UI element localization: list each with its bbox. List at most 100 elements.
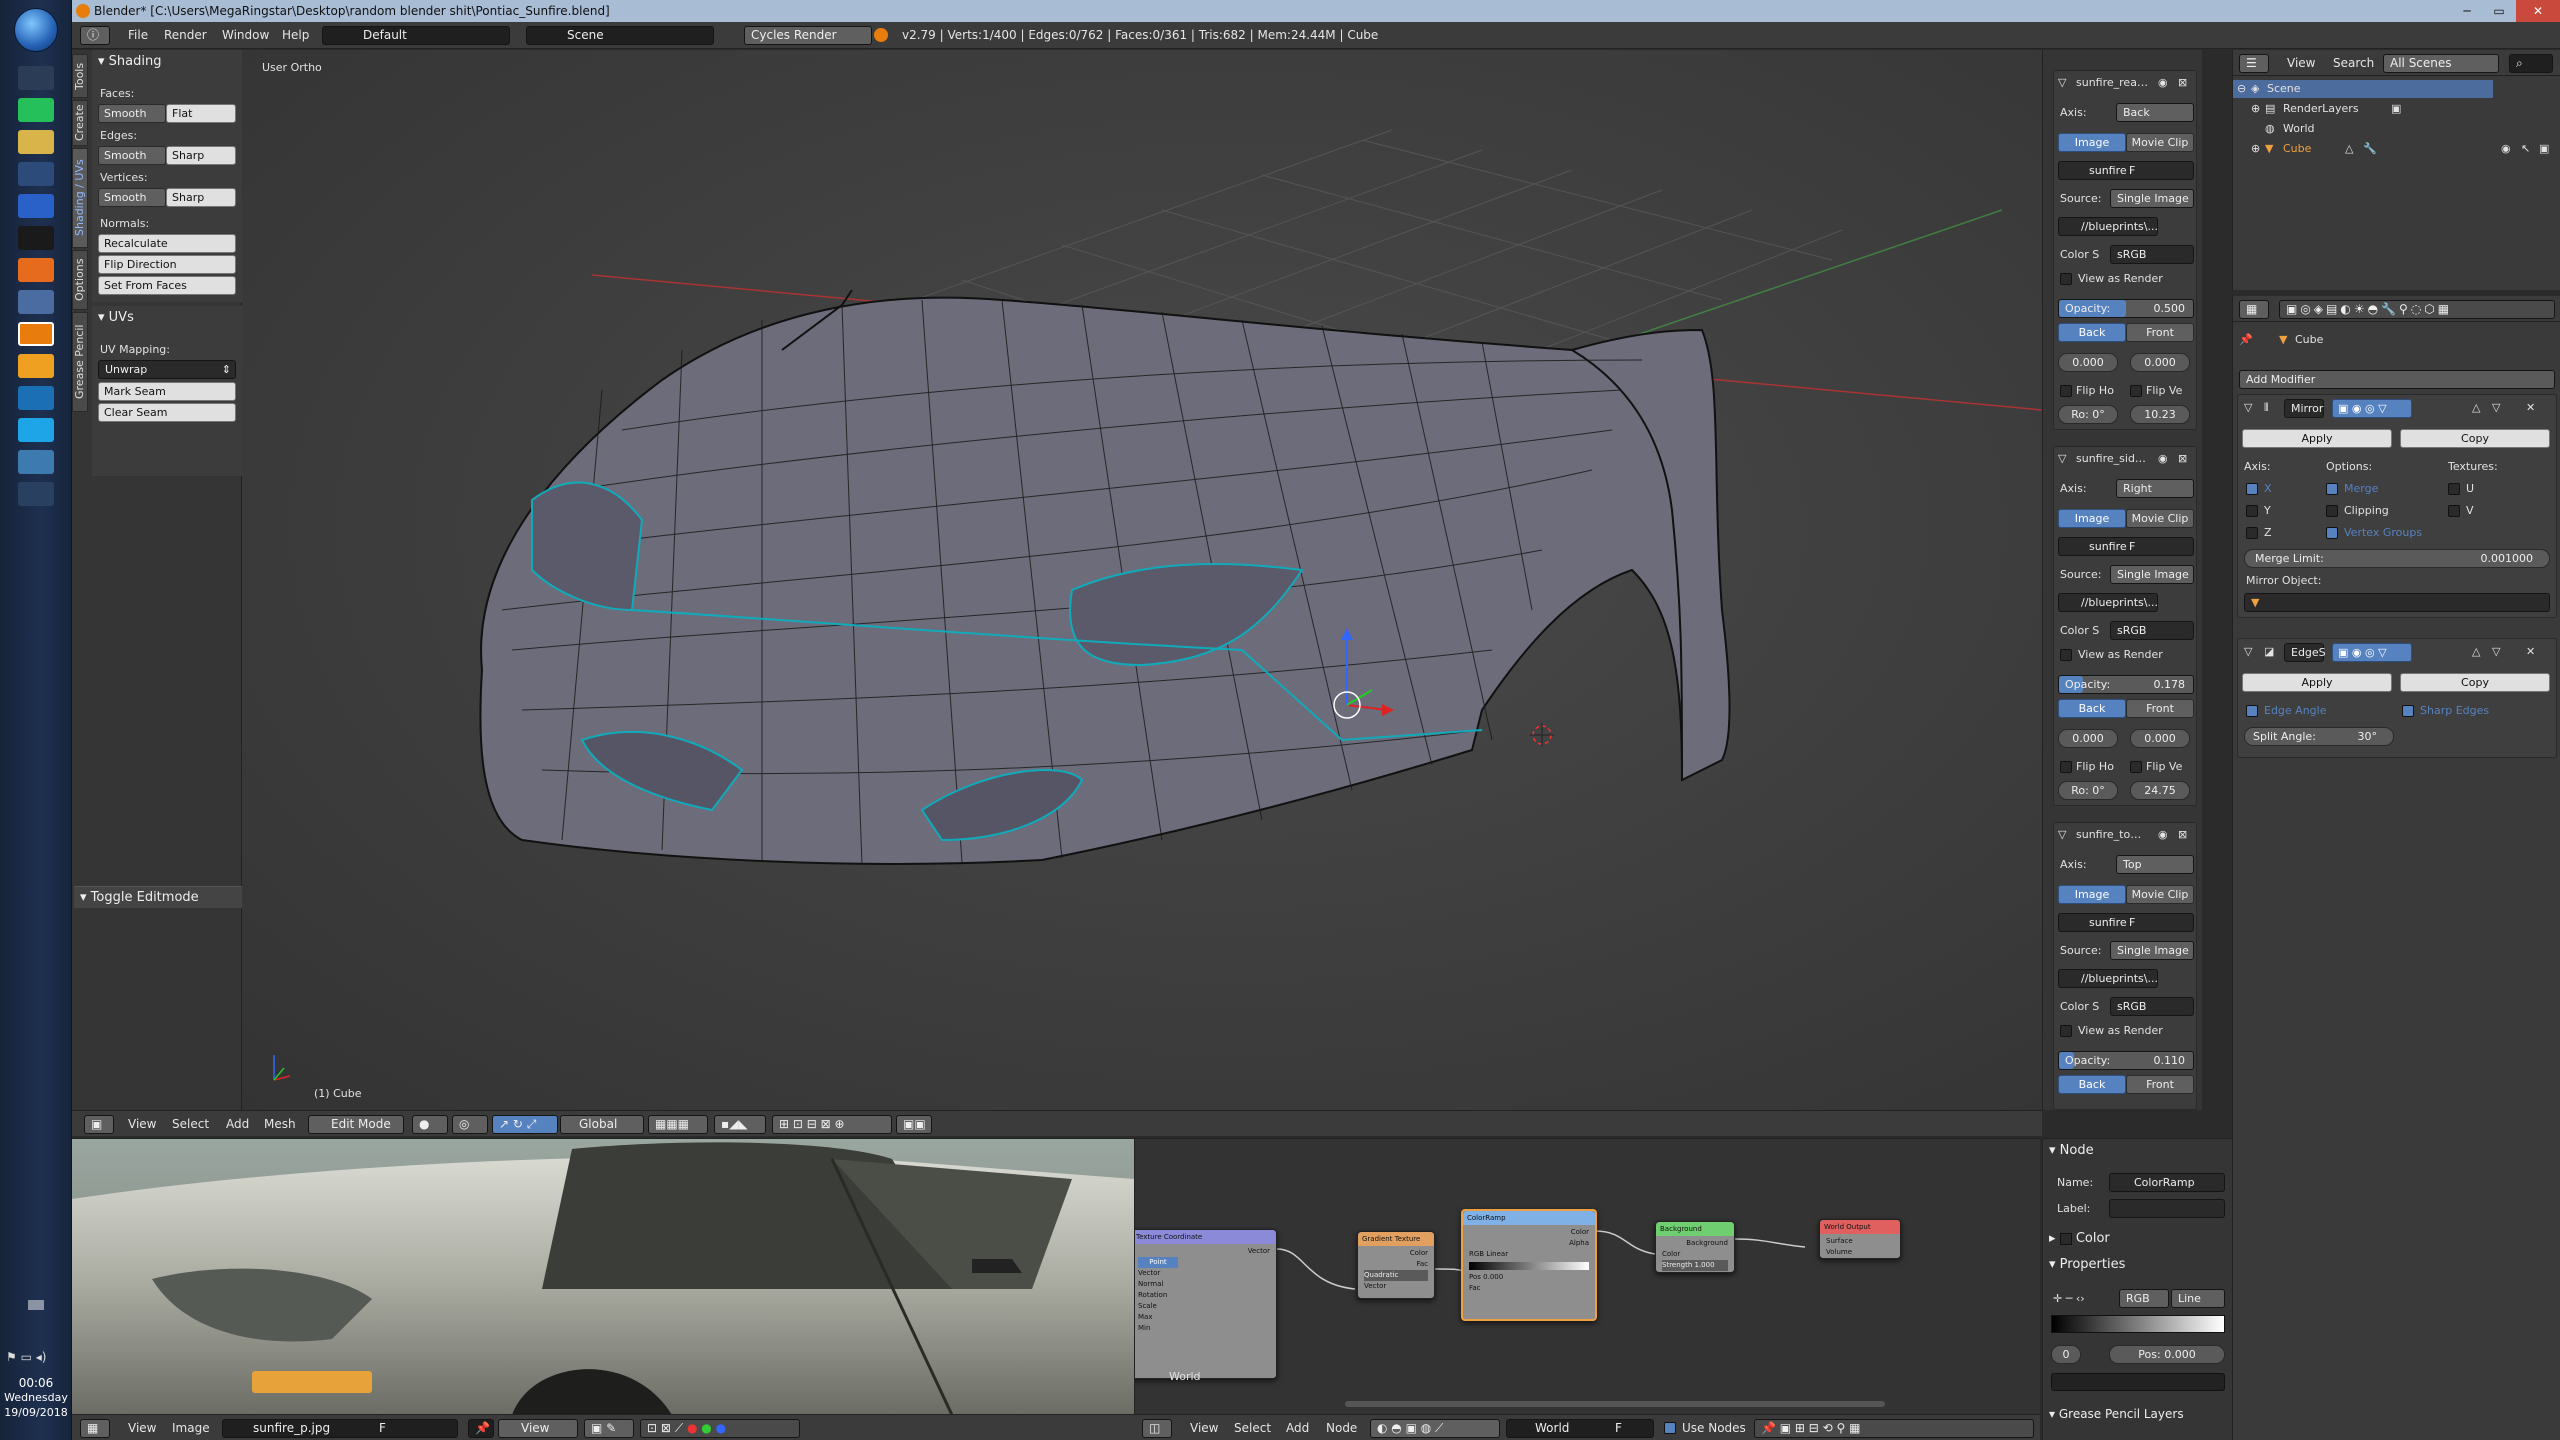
back-button[interactable]: Back: [2058, 323, 2126, 342]
manipulator-buttons[interactable]: ↗ ↻ ⤢: [492, 1115, 558, 1134]
editor-type-node-icon[interactable]: ◫: [1142, 1419, 1172, 1438]
image-menu-view[interactable]: View: [128, 1419, 156, 1438]
faces-flat-button[interactable]: Flat: [166, 104, 236, 123]
outliner-row-renderlayers[interactable]: ⊕ ▤ RenderLayers ▣: [2233, 100, 2493, 118]
fake-user-button[interactable]: F: [2129, 538, 2135, 555]
app-icon[interactable]: [18, 162, 54, 186]
node-menu-select[interactable]: Select: [1234, 1419, 1271, 1438]
outliner-menu-search[interactable]: Search: [2333, 54, 2374, 73]
channel-buttons[interactable]: ⊡ ⊠ ⟋ ● ● ●: [640, 1419, 800, 1438]
flip-horizontal-checkbox[interactable]: [2060, 761, 2072, 773]
apply-button[interactable]: Apply: [2242, 429, 2392, 448]
node-menu-view[interactable]: View: [1190, 1419, 1218, 1438]
tab-options[interactable]: Options: [72, 250, 88, 310]
filepath-field[interactable]: //blueprints\...: [2058, 969, 2158, 988]
modifier-name-field[interactable]: Mirror: [2284, 399, 2324, 418]
image-datablock-field[interactable]: sunfire_p.jpg F: [222, 1419, 458, 1438]
flip-direction-button[interactable]: Flip Direction: [98, 255, 236, 274]
tab-shading-uvs[interactable]: Shading / UVs: [72, 148, 88, 248]
task-icon-tool[interactable]: [18, 66, 54, 90]
stop-color-swatch[interactable]: [2051, 1373, 2225, 1391]
node-editor[interactable]: Texture Coordinate Vector Point Vector N…: [1134, 1138, 2040, 1414]
image-display-buttons[interactable]: ▣ ✎: [584, 1419, 634, 1438]
collapse-icon[interactable]: ⊖: [2237, 81, 2246, 97]
vertices-sharp-button[interactable]: Sharp: [166, 188, 236, 207]
toggle-editmode-header[interactable]: ▾ Toggle Editmode: [80, 890, 199, 905]
colorspace-dropdown[interactable]: sRGB: [2110, 621, 2194, 640]
front-button[interactable]: Front: [2126, 699, 2194, 718]
minimize-icon[interactable]: ─: [2452, 0, 2482, 22]
node-menu-node[interactable]: Node: [1326, 1419, 1357, 1438]
vertices-smooth-button[interactable]: Smooth: [98, 188, 166, 207]
fake-user-button[interactable]: F: [2129, 162, 2135, 179]
properties-panel-header[interactable]: ▾ Properties: [2049, 1257, 2125, 1272]
menu-mesh[interactable]: Mesh: [264, 1115, 296, 1134]
outliner-row-scene[interactable]: ⊖ ◈ Scene: [2233, 80, 2493, 98]
node-panel-header[interactable]: ▾ Node: [2049, 1143, 2094, 1158]
axis-z-checkbox[interactable]: [2246, 527, 2258, 539]
faces-smooth-button[interactable]: Smooth: [98, 104, 166, 123]
menu-help[interactable]: Help: [282, 26, 309, 45]
app-icon-orange[interactable]: [18, 354, 54, 378]
offset-y-field[interactable]: 0.000: [2130, 729, 2190, 748]
colorspace-dropdown[interactable]: sRGB: [2110, 245, 2194, 264]
flip-vertical-checkbox[interactable]: [2130, 761, 2142, 773]
node-menu-add[interactable]: Add: [1286, 1419, 1309, 1438]
fake-user-button[interactable]: F: [2129, 914, 2135, 931]
word-icon[interactable]: [18, 194, 54, 218]
view-as-render-checkbox[interactable]: [2060, 649, 2072, 661]
clock-time[interactable]: 00:06: [0, 1376, 72, 1390]
offset-x-field[interactable]: 0.000: [2058, 353, 2118, 372]
opacity-slider[interactable]: Opacity: 0.110: [2058, 1051, 2194, 1070]
use-nodes-checkbox[interactable]: [1664, 1422, 1676, 1434]
stop-position-field[interactable]: Pos: 0.000: [2109, 1345, 2225, 1364]
edges-smooth-button[interactable]: Smooth: [98, 146, 166, 165]
shading-mode-dropdown[interactable]: ●: [412, 1115, 448, 1134]
front-button[interactable]: Front: [2126, 1075, 2194, 1094]
screen-layout-field[interactable]: Default: [322, 26, 510, 45]
pin-icon[interactable]: 📌: [2239, 332, 2253, 348]
image-menu-image[interactable]: Image: [172, 1419, 210, 1438]
color-checkbox-icon[interactable]: [2059, 1232, 2072, 1245]
colorramp-gradient-widget[interactable]: [2051, 1315, 2225, 1333]
visibility-eye-icon[interactable]: ◉: [2501, 141, 2511, 157]
3d-viewport[interactable]: User Ortho (1) Cube: [242, 50, 2042, 1110]
shader-type-buttons[interactable]: ◐ ◓ ▣ ◍ ⟋: [1370, 1419, 1500, 1438]
remove-modifier-icon[interactable]: ✕: [2526, 644, 2535, 660]
collapse-icon[interactable]: ▽: [2058, 75, 2066, 91]
shading-panel-header[interactable]: ▾ Shading: [98, 54, 161, 69]
size-field[interactable]: 10.23: [2130, 405, 2190, 424]
property-context-tabs[interactable]: ▣◎◈▤◐☀◓🔧⚲◌⬡▦: [2279, 300, 2555, 319]
modifier-display-toggles[interactable]: ▣ ◉ ◎ ▽: [2332, 399, 2412, 418]
toggle-editmode-panel[interactable]: ▾ Toggle Editmode: [74, 886, 242, 908]
opacity-slider[interactable]: Opacity: 0.178: [2058, 675, 2194, 694]
node-label-field[interactable]: [2109, 1199, 2225, 1218]
editor-type-image-icon[interactable]: ▦: [80, 1419, 110, 1438]
node-background[interactable]: Background Background Color Strength 1.0…: [1655, 1221, 1735, 1273]
editor-type-properties-icon[interactable]: ▦: [2239, 300, 2269, 319]
image-datablock[interactable]: sunfire F: [2058, 913, 2194, 932]
whatsapp-icon[interactable]: [18, 98, 54, 122]
view-as-render-checkbox[interactable]: [2060, 1025, 2072, 1037]
axis-dropdown[interactable]: Back: [2116, 103, 2194, 122]
image-tab-button[interactable]: Image: [2058, 509, 2126, 528]
color-panel-header[interactable]: ▸ Color: [2049, 1231, 2110, 1246]
close-window-icon[interactable]: ✕: [2516, 0, 2560, 22]
menu-render[interactable]: Render: [164, 26, 207, 45]
menu-file[interactable]: File: [128, 26, 148, 45]
node-gradient-texture[interactable]: Gradient Texture Color Fac Quadratic Vec…: [1357, 1231, 1435, 1299]
flip-horizontal-checkbox[interactable]: [2060, 385, 2072, 397]
move-down-icon[interactable]: ▽: [2492, 400, 2500, 416]
tab-tools[interactable]: Tools: [72, 54, 88, 98]
steam-app-icon[interactable]: [18, 482, 54, 506]
source-dropdown[interactable]: Single Image: [2110, 189, 2194, 208]
source-dropdown[interactable]: Single Image: [2110, 565, 2194, 584]
colorramp-gradient[interactable]: [1469, 1262, 1589, 1270]
windows-start-button[interactable]: [14, 8, 58, 52]
copy-button[interactable]: Copy: [2400, 673, 2550, 692]
remove-modifier-icon[interactable]: ✕: [2526, 400, 2535, 416]
outliner-row-cube[interactable]: ⊕ ▼ Cube △ 🔧 ◉ ↖ ▣: [2233, 140, 2560, 158]
render-buttons[interactable]: ▣▣: [896, 1115, 932, 1134]
world-datablock-field[interactable]: World F: [1506, 1419, 1654, 1438]
axis-dropdown[interactable]: Top: [2116, 855, 2194, 874]
